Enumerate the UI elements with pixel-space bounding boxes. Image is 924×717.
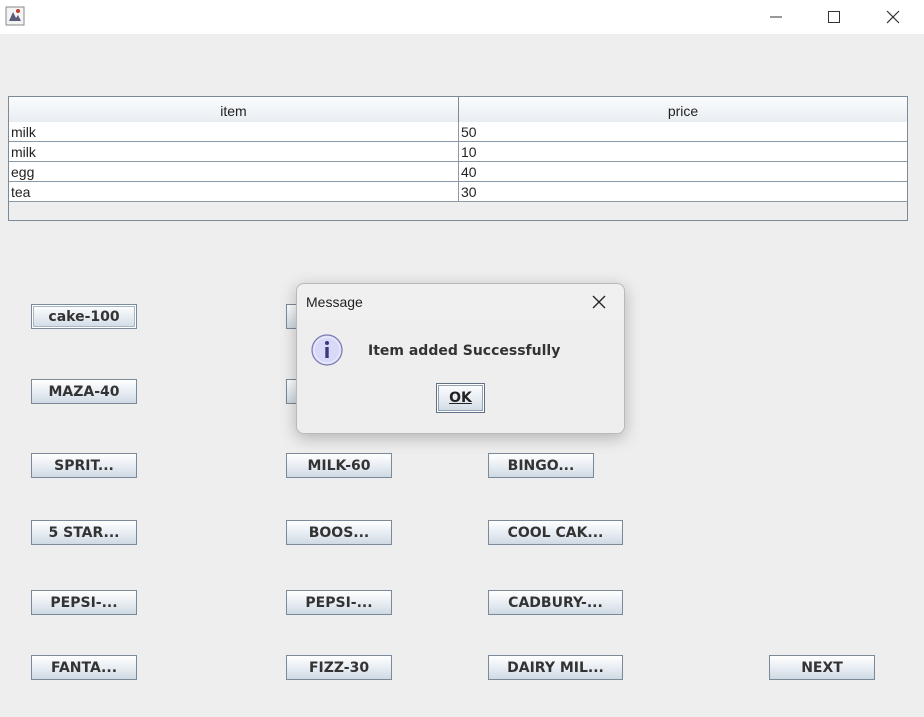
product-button-pepsi[interactable]: PEPSI-... — [31, 590, 137, 615]
minimize-icon[interactable] — [747, 0, 805, 34]
dialog-title: Message — [306, 294, 363, 310]
title-bar — [0, 0, 924, 34]
ok-button[interactable]: OK — [436, 383, 485, 413]
product-button-bingo[interactable]: BINGO... — [488, 453, 594, 478]
ok-button-label: OK — [449, 390, 472, 406]
table-cell-item[interactable]: tea — [9, 182, 459, 201]
table-body: milk 50 milk 10 egg 40 tea 30 — [9, 122, 907, 202]
info-icon — [310, 333, 344, 367]
table-row[interactable]: milk 50 — [9, 122, 907, 142]
product-button-boost[interactable]: BOOS... — [286, 520, 392, 545]
dialog-close-icon[interactable] — [587, 290, 611, 314]
table-row[interactable]: egg 40 — [9, 162, 907, 182]
table-cell-price[interactable]: 30 — [459, 182, 907, 201]
product-button-cadbury[interactable]: CADBURY-... — [488, 590, 623, 615]
table-cell-item[interactable]: milk — [9, 142, 459, 161]
java-app-icon — [5, 6, 25, 26]
table-cell-price[interactable]: 50 — [459, 122, 907, 141]
product-button-dairy-milk[interactable]: DAIRY MIL... — [488, 655, 623, 680]
product-button-fizz[interactable]: FIZZ-30 — [286, 655, 392, 680]
product-button-5star[interactable]: 5 STAR... — [31, 520, 137, 545]
product-button-milk[interactable]: MILK-60 — [286, 453, 392, 478]
table-header: item price — [9, 97, 907, 123]
table-row[interactable]: milk 10 — [9, 142, 907, 162]
column-header-item[interactable]: item — [9, 97, 459, 122]
product-button-maza[interactable]: MAZA-40 — [31, 379, 137, 404]
table-row[interactable]: tea 30 — [9, 182, 907, 202]
table-cell-item[interactable]: egg — [9, 162, 459, 181]
message-dialog: Message Item added Successfully OK — [296, 283, 625, 434]
dialog-message: Item added Successfully — [368, 343, 561, 359]
dialog-body: Item added Successfully — [297, 320, 624, 433]
next-button[interactable]: NEXT — [769, 655, 875, 680]
product-button-fanta[interactable]: FANTA... — [31, 655, 137, 680]
table-cell-item[interactable]: milk — [9, 122, 459, 141]
product-button-sprite[interactable]: SPRIT... — [31, 453, 137, 478]
table-cell-price[interactable]: 40 — [459, 162, 907, 181]
product-button-pepsi-2[interactable]: PEPSI-... — [286, 590, 392, 615]
product-button-cool-cake[interactable]: COOL CAK... — [488, 520, 623, 545]
table-cell-price[interactable]: 10 — [459, 142, 907, 161]
column-header-price[interactable]: price — [459, 97, 907, 122]
maximize-icon[interactable] — [805, 0, 863, 34]
close-icon[interactable] — [864, 0, 922, 34]
order-table: item price milk 50 milk 10 egg 40 tea 30 — [8, 96, 908, 221]
product-button-cake[interactable]: cake-100 — [31, 304, 137, 329]
